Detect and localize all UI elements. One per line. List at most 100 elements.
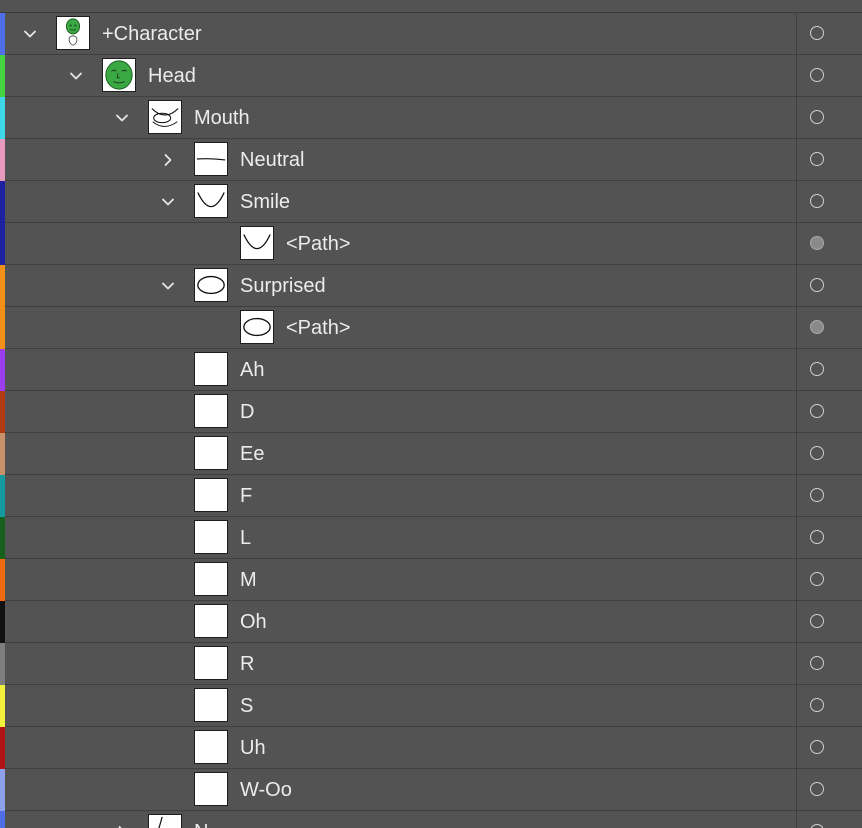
column-divider <box>796 433 797 474</box>
chevron-down-icon[interactable] <box>156 274 180 298</box>
column-divider <box>796 769 797 810</box>
layer-name[interactable]: Uh <box>240 727 266 769</box>
target-circle-icon[interactable] <box>810 530 824 544</box>
target-circle-icon[interactable] <box>810 320 824 334</box>
layer-thumbnail <box>194 772 228 806</box>
layer-name[interactable]: <Path> <box>286 223 351 265</box>
layer-name[interactable]: W-Oo <box>240 769 292 811</box>
layer-color-swatch <box>0 55 5 97</box>
chevron-right-icon[interactable] <box>110 820 134 828</box>
layer-row[interactable]: <Path> <box>0 307 862 349</box>
target-circle-icon[interactable] <box>810 110 824 124</box>
layer-name[interactable]: Surprised <box>240 265 326 307</box>
layer-row[interactable]: N <box>0 811 862 828</box>
layer-row[interactable]: Smile <box>0 181 862 223</box>
layer-name[interactable]: D <box>240 391 254 433</box>
column-divider <box>796 55 797 96</box>
column-divider <box>796 643 797 684</box>
panel-top-edge <box>0 0 862 13</box>
layer-name[interactable]: Head <box>148 55 196 97</box>
layer-row[interactable]: F <box>0 475 862 517</box>
layer-color-swatch <box>0 391 5 433</box>
layer-name[interactable]: N <box>194 811 208 828</box>
layer-name[interactable]: Mouth <box>194 97 250 139</box>
layer-row[interactable]: D <box>0 391 862 433</box>
target-circle-icon[interactable] <box>810 656 824 670</box>
layer-row[interactable]: Ah <box>0 349 862 391</box>
target-circle-icon[interactable] <box>810 194 824 208</box>
column-divider <box>796 517 797 558</box>
target-circle-icon[interactable] <box>810 614 824 628</box>
layer-row[interactable]: Neutral <box>0 139 862 181</box>
target-circle-icon[interactable] <box>810 26 824 40</box>
column-divider <box>796 559 797 600</box>
layer-color-swatch <box>0 475 5 517</box>
layer-row[interactable]: R <box>0 643 862 685</box>
target-circle-icon[interactable] <box>810 782 824 796</box>
layer-name[interactable]: <Path> <box>286 307 351 349</box>
layer-row[interactable]: W-Oo <box>0 769 862 811</box>
column-divider <box>796 685 797 726</box>
chevron-right-icon[interactable] <box>156 148 180 172</box>
layer-color-swatch <box>0 517 5 559</box>
layer-color-swatch <box>0 601 5 643</box>
target-circle-icon[interactable] <box>810 572 824 586</box>
layer-row[interactable]: Head <box>0 55 862 97</box>
layer-name[interactable]: S <box>240 685 253 727</box>
target-circle-icon[interactable] <box>810 488 824 502</box>
target-circle-icon[interactable] <box>810 362 824 376</box>
layer-name[interactable]: L <box>240 517 251 559</box>
column-divider <box>796 475 797 516</box>
target-circle-icon[interactable] <box>810 698 824 712</box>
layer-name[interactable]: Ee <box>240 433 264 475</box>
layer-name[interactable]: Ah <box>240 349 264 391</box>
layer-row[interactable]: Uh <box>0 727 862 769</box>
target-circle-icon[interactable] <box>810 278 824 292</box>
column-divider <box>796 265 797 306</box>
layer-row[interactable]: S <box>0 685 862 727</box>
layer-name[interactable]: Smile <box>240 181 290 223</box>
target-circle-icon[interactable] <box>810 824 824 828</box>
column-divider <box>796 727 797 768</box>
layer-color-swatch <box>0 349 5 391</box>
layer-name[interactable]: +Character <box>102 13 202 55</box>
target-circle-icon[interactable] <box>810 740 824 754</box>
layer-thumbnail <box>194 142 228 176</box>
layer-color-swatch <box>0 97 5 139</box>
layer-row[interactable]: Surprised <box>0 265 862 307</box>
layer-color-swatch <box>0 811 5 828</box>
chevron-down-icon[interactable] <box>110 106 134 130</box>
layer-row[interactable]: Mouth <box>0 97 862 139</box>
layer-thumbnail <box>148 100 182 134</box>
layer-row[interactable]: L <box>0 517 862 559</box>
layer-thumbnail <box>194 394 228 428</box>
layer-name[interactable]: Neutral <box>240 139 304 181</box>
layer-name[interactable]: F <box>240 475 252 517</box>
column-divider <box>796 223 797 264</box>
layer-name[interactable]: Oh <box>240 601 267 643</box>
chevron-down-icon[interactable] <box>64 64 88 88</box>
chevron-down-icon[interactable] <box>156 190 180 214</box>
target-circle-icon[interactable] <box>810 404 824 418</box>
layer-name[interactable]: M <box>240 559 257 601</box>
chevron-down-icon[interactable] <box>18 22 42 46</box>
layer-thumbnail <box>102 58 136 92</box>
layer-thumbnail <box>240 226 274 260</box>
layer-name[interactable]: R <box>240 643 254 685</box>
target-circle-icon[interactable] <box>810 152 824 166</box>
column-divider <box>796 601 797 642</box>
layer-row[interactable]: Ee <box>0 433 862 475</box>
target-circle-icon[interactable] <box>810 68 824 82</box>
layer-color-swatch <box>0 307 5 349</box>
target-circle-icon[interactable] <box>810 236 824 250</box>
layer-color-swatch <box>0 139 5 181</box>
layer-color-swatch <box>0 559 5 601</box>
layer-row[interactable]: +Character <box>0 13 862 55</box>
layer-row[interactable]: M <box>0 559 862 601</box>
layer-thumbnail <box>194 520 228 554</box>
target-circle-icon[interactable] <box>810 446 824 460</box>
layer-row[interactable]: Oh <box>0 601 862 643</box>
layer-thumbnail <box>194 688 228 722</box>
layer-color-swatch <box>0 727 5 769</box>
layer-row[interactable]: <Path> <box>0 223 862 265</box>
